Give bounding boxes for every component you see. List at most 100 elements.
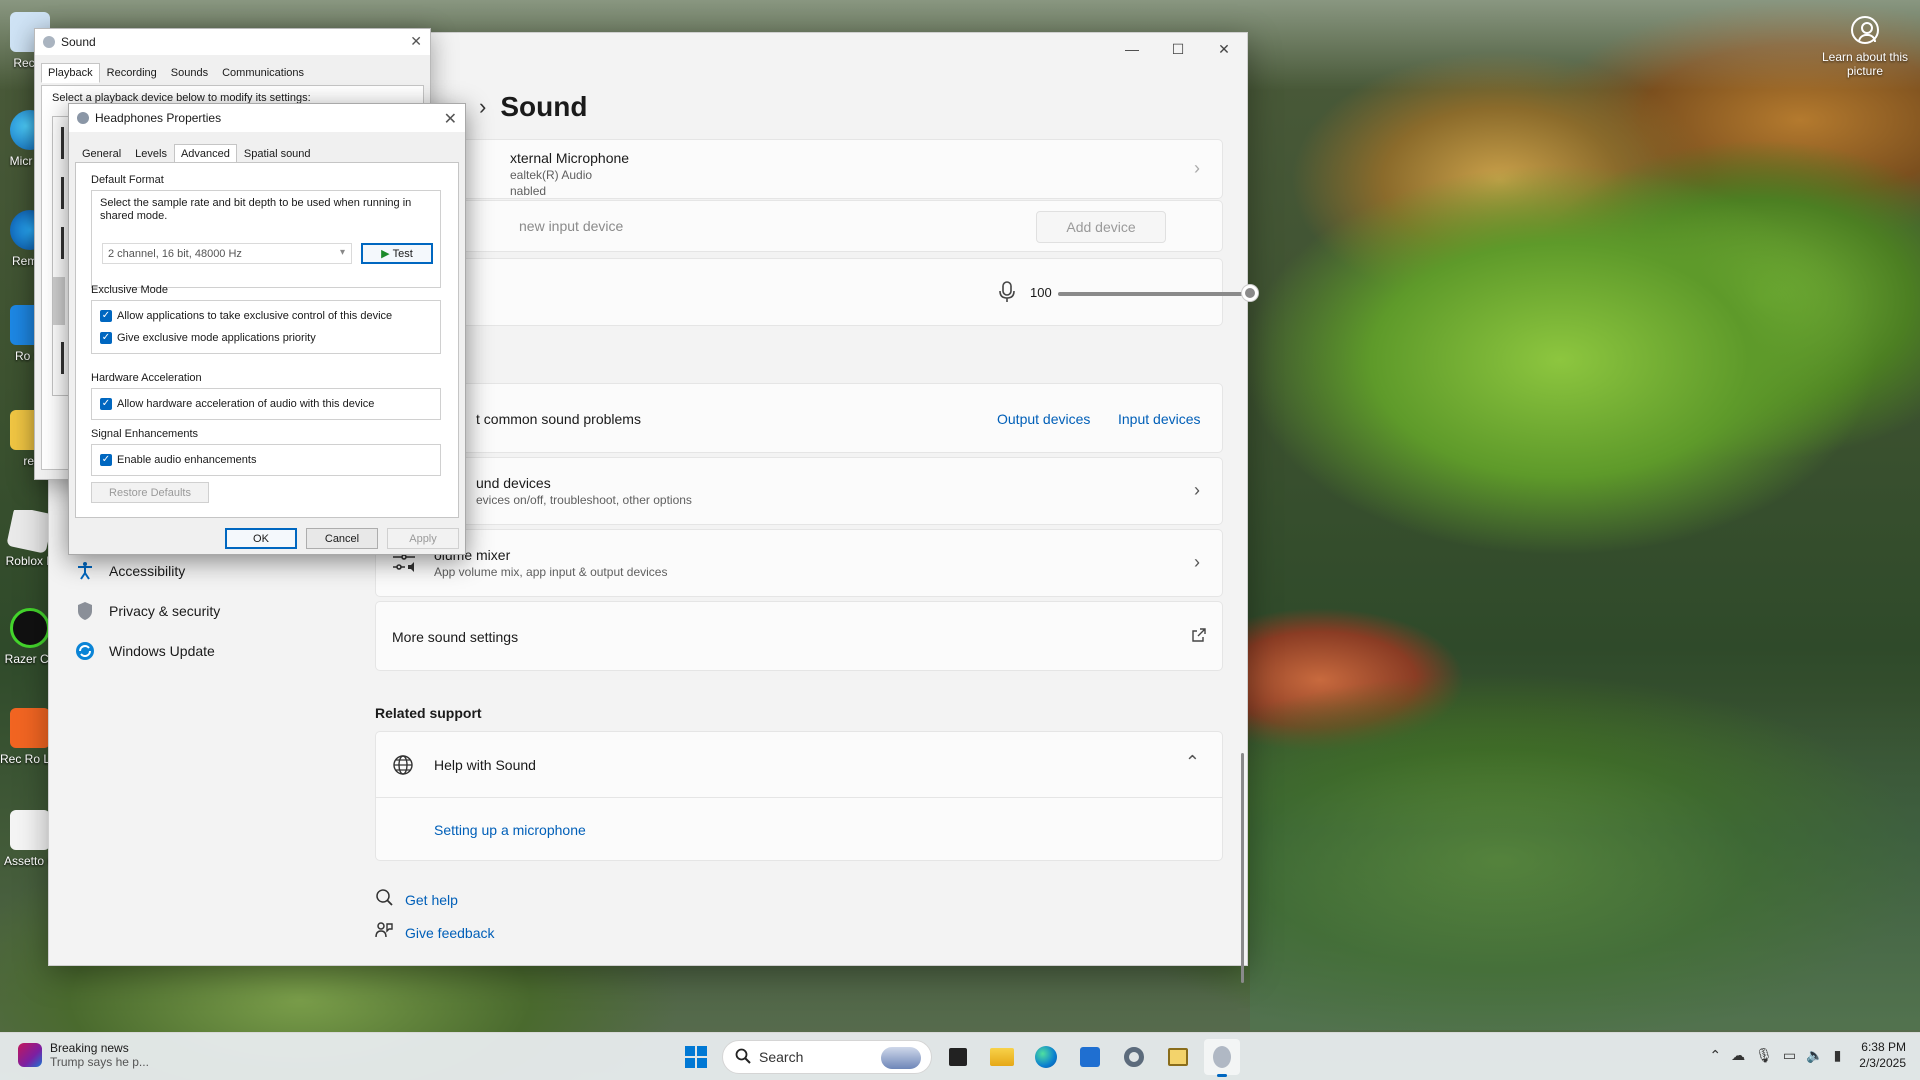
properties-title: Headphones Properties bbox=[95, 111, 222, 125]
microphone-icon[interactable]: 🎙 bbox=[1755, 1047, 1773, 1064]
help-with-sound-header[interactable]: Help with Sound ⌃ bbox=[376, 732, 1222, 798]
learn-about-picture-label: Learn about this picture bbox=[1821, 50, 1909, 78]
setting-up-microphone-link[interactable]: Setting up a microphone bbox=[434, 822, 586, 838]
tab-advanced[interactable]: Advanced bbox=[173, 144, 237, 164]
more-sound-settings-card[interactable]: More sound settings bbox=[375, 601, 1223, 671]
audio-enhancements-label: Enable audio enhancements bbox=[117, 454, 257, 466]
all-sound-devices-card[interactable]: und devices evices on/off, troubleshoot,… bbox=[375, 457, 1223, 525]
volume-icon[interactable]: 🔈 bbox=[1806, 1047, 1823, 1064]
onedrive-icon[interactable]: ☁ bbox=[1731, 1047, 1745, 1064]
volume-slider-thumb[interactable] bbox=[1242, 285, 1258, 301]
give-feedback-link[interactable]: Give feedback bbox=[375, 921, 495, 944]
speaker-icon bbox=[1213, 1046, 1231, 1068]
globe-icon bbox=[392, 754, 414, 781]
restore-defaults-button[interactable]: Restore Defaults bbox=[91, 482, 209, 503]
tab-playback[interactable]: Playback bbox=[41, 63, 100, 83]
tab-recording[interactable]: Recording bbox=[100, 63, 164, 83]
start-button[interactable] bbox=[678, 1039, 714, 1075]
more-sound-settings-label: More sound settings bbox=[392, 629, 519, 645]
sidebar-item-label: Accessibility bbox=[109, 563, 186, 579]
feedback-icon bbox=[375, 921, 393, 944]
tab-communications[interactable]: Communications bbox=[215, 63, 311, 83]
clock-time: 6:38 PM bbox=[1861, 1040, 1906, 1054]
volume-slider-track[interactable] bbox=[1058, 292, 1250, 296]
input-device-card[interactable]: xternal Microphone ealtek(R) Audio nable… bbox=[375, 139, 1223, 199]
taskbar-store[interactable] bbox=[1072, 1039, 1108, 1075]
input-device-name: xternal Microphone bbox=[510, 150, 630, 166]
tab-spatial-sound[interactable]: Spatial sound bbox=[237, 144, 318, 164]
taskbar-edge[interactable] bbox=[1028, 1039, 1064, 1075]
exclusive-priority-checkbox[interactable]: ✓ Give exclusive mode applications prior… bbox=[100, 327, 432, 349]
search-placeholder: Search bbox=[759, 1049, 804, 1065]
apply-button[interactable]: Apply bbox=[387, 528, 459, 549]
format-select[interactable]: 2 channel, 16 bit, 48000 Hz ▾ bbox=[102, 243, 352, 264]
maximize-button[interactable]: ☐ bbox=[1155, 33, 1201, 65]
hardware-acceleration-title: Hardware Acceleration bbox=[91, 372, 202, 384]
sidebar-item-accessibility[interactable]: Accessibility bbox=[69, 551, 329, 591]
input-devices-link[interactable]: Input devices bbox=[1118, 411, 1201, 427]
taskbar-file-explorer[interactable] bbox=[984, 1039, 1020, 1075]
headphones-properties-dialog: Headphones Properties ✕ General Levels A… bbox=[68, 103, 466, 555]
search-icon bbox=[735, 1048, 751, 1067]
wallpaper-pond bbox=[1250, 700, 1920, 1030]
device-item-selected bbox=[53, 277, 65, 325]
taskbar-notepad[interactable] bbox=[1160, 1039, 1196, 1075]
taskbar: Breaking news Trump says he p... Search bbox=[0, 1032, 1920, 1080]
sidebar-item-windows-update[interactable]: Windows Update bbox=[69, 631, 329, 671]
taskbar-search[interactable]: Search bbox=[722, 1040, 932, 1074]
windows-logo-icon bbox=[685, 1046, 707, 1068]
battery-icon[interactable]: ▮ bbox=[1834, 1047, 1842, 1064]
tab-sounds[interactable]: Sounds bbox=[164, 63, 215, 83]
signal-enhancements-group: Signal Enhancements ✓ Enable audio enhan… bbox=[91, 428, 441, 476]
device-item-bar bbox=[61, 127, 64, 159]
network-icon[interactable]: ▭ bbox=[1783, 1047, 1796, 1064]
gear-icon bbox=[1124, 1047, 1144, 1067]
close-icon[interactable]: ✕ bbox=[410, 33, 422, 50]
exclusive-priority-label: Give exclusive mode applications priorit… bbox=[117, 332, 316, 344]
cancel-button[interactable]: Cancel bbox=[306, 528, 378, 549]
sidebar-item-label: Privacy & security bbox=[109, 603, 221, 619]
mixer-icon bbox=[392, 552, 416, 579]
tab-general[interactable]: General bbox=[75, 144, 128, 164]
sidebar-item-label: Windows Update bbox=[109, 643, 215, 659]
get-help-link[interactable]: Get help bbox=[375, 888, 458, 911]
exclusive-mode-title: Exclusive Mode bbox=[91, 284, 169, 296]
minimize-button[interactable]: — bbox=[1109, 33, 1155, 65]
help-with-sound-title: Help with Sound bbox=[434, 757, 536, 773]
help-icon bbox=[375, 888, 393, 911]
news-widget[interactable]: Breaking news Trump says he p... bbox=[18, 1041, 149, 1069]
task-view-icon bbox=[949, 1048, 967, 1066]
output-devices-link[interactable]: Output devices bbox=[997, 411, 1090, 427]
ok-button[interactable]: OK bbox=[225, 528, 297, 549]
taskbar-sound-control[interactable] bbox=[1204, 1039, 1240, 1077]
help-with-sound-card: Help with Sound ⌃ Setting up a microphon… bbox=[375, 731, 1223, 861]
close-button[interactable]: ✕ bbox=[1201, 33, 1247, 65]
audio-enhancements-checkbox[interactable]: ✓ Enable audio enhancements bbox=[100, 449, 432, 471]
taskbar-task-view[interactable] bbox=[940, 1039, 976, 1075]
add-device-button[interactable]: Add device bbox=[1036, 211, 1166, 243]
format-select-value: 2 channel, 16 bit, 48000 Hz bbox=[108, 247, 242, 260]
close-icon[interactable]: ✕ bbox=[444, 109, 457, 129]
volume-value: 100 bbox=[1030, 285, 1052, 300]
troubleshoot-card: t common sound problems Output devices I… bbox=[375, 383, 1223, 453]
device-item-bar bbox=[61, 342, 64, 374]
input-device-status: nabled bbox=[510, 184, 547, 198]
taskbar-settings[interactable] bbox=[1116, 1039, 1152, 1075]
news-icon bbox=[18, 1043, 42, 1067]
hardware-acceleration-checkbox[interactable]: ✓ Allow hardware acceleration of audio w… bbox=[100, 393, 432, 415]
exclusive-control-checkbox[interactable]: ✓ Allow applications to take exclusive c… bbox=[100, 305, 432, 327]
all-sound-devices-title: und devices bbox=[476, 475, 551, 491]
scrollbar[interactable] bbox=[1241, 753, 1244, 983]
chevron-right-icon: › bbox=[1194, 552, 1200, 572]
chevron-up-icon[interactable]: ⌃ bbox=[1709, 1047, 1721, 1064]
learn-about-picture[interactable]: Learn about this picture bbox=[1820, 14, 1910, 78]
clock[interactable]: 6:38 PM 2/3/2025 bbox=[1859, 1039, 1906, 1071]
test-button[interactable]: ▶ Test bbox=[361, 243, 433, 264]
sidebar-item-privacy[interactable]: Privacy & security bbox=[69, 591, 329, 631]
search-highlight-icon bbox=[881, 1047, 921, 1069]
volume-mixer-card[interactable]: olume mixer App volume mix, app input & … bbox=[375, 529, 1223, 597]
exclusive-mode-group: Exclusive Mode ✓ Allow applications to t… bbox=[91, 284, 441, 354]
hardware-acceleration-group: Hardware Acceleration ✓ Allow hardware a… bbox=[91, 372, 441, 420]
tab-levels[interactable]: Levels bbox=[128, 144, 174, 164]
chevron-up-icon: ⌃ bbox=[1184, 752, 1200, 772]
